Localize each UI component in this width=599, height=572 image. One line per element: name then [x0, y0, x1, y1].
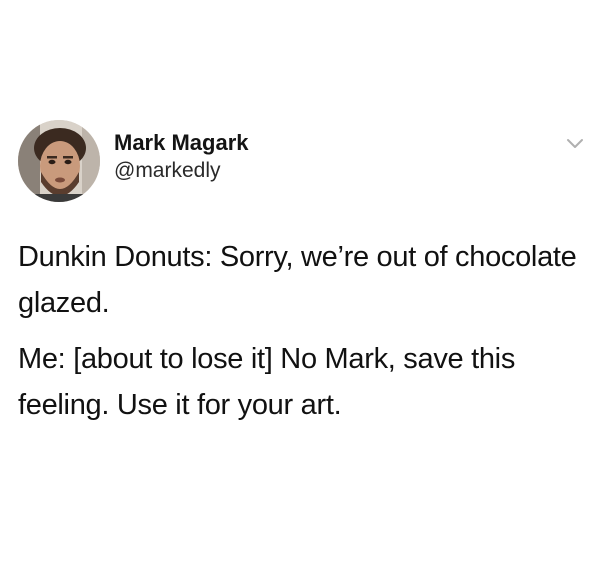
author-handle[interactable]: @markedly	[114, 158, 249, 184]
tweet-header: Mark Magark @markedly	[18, 116, 588, 206]
tweet-text: Dunkin Donuts: Sorry, we’re out of choco…	[18, 234, 583, 438]
author-names: Mark Magark @markedly	[114, 130, 249, 184]
tweet-paragraph: Me: [about to lose it] No Mark, save thi…	[18, 343, 516, 421]
profile-photo	[18, 120, 100, 202]
tweet-paragraph: Dunkin Donuts: Sorry, we’re out of choco…	[18, 241, 577, 319]
author-display-name[interactable]: Mark Magark	[114, 130, 249, 156]
chevron-down-icon[interactable]	[566, 138, 584, 150]
avatar[interactable]	[18, 120, 100, 202]
tweet-card: Mark Magark @markedly Dunkin Donuts: Sor…	[0, 0, 599, 572]
